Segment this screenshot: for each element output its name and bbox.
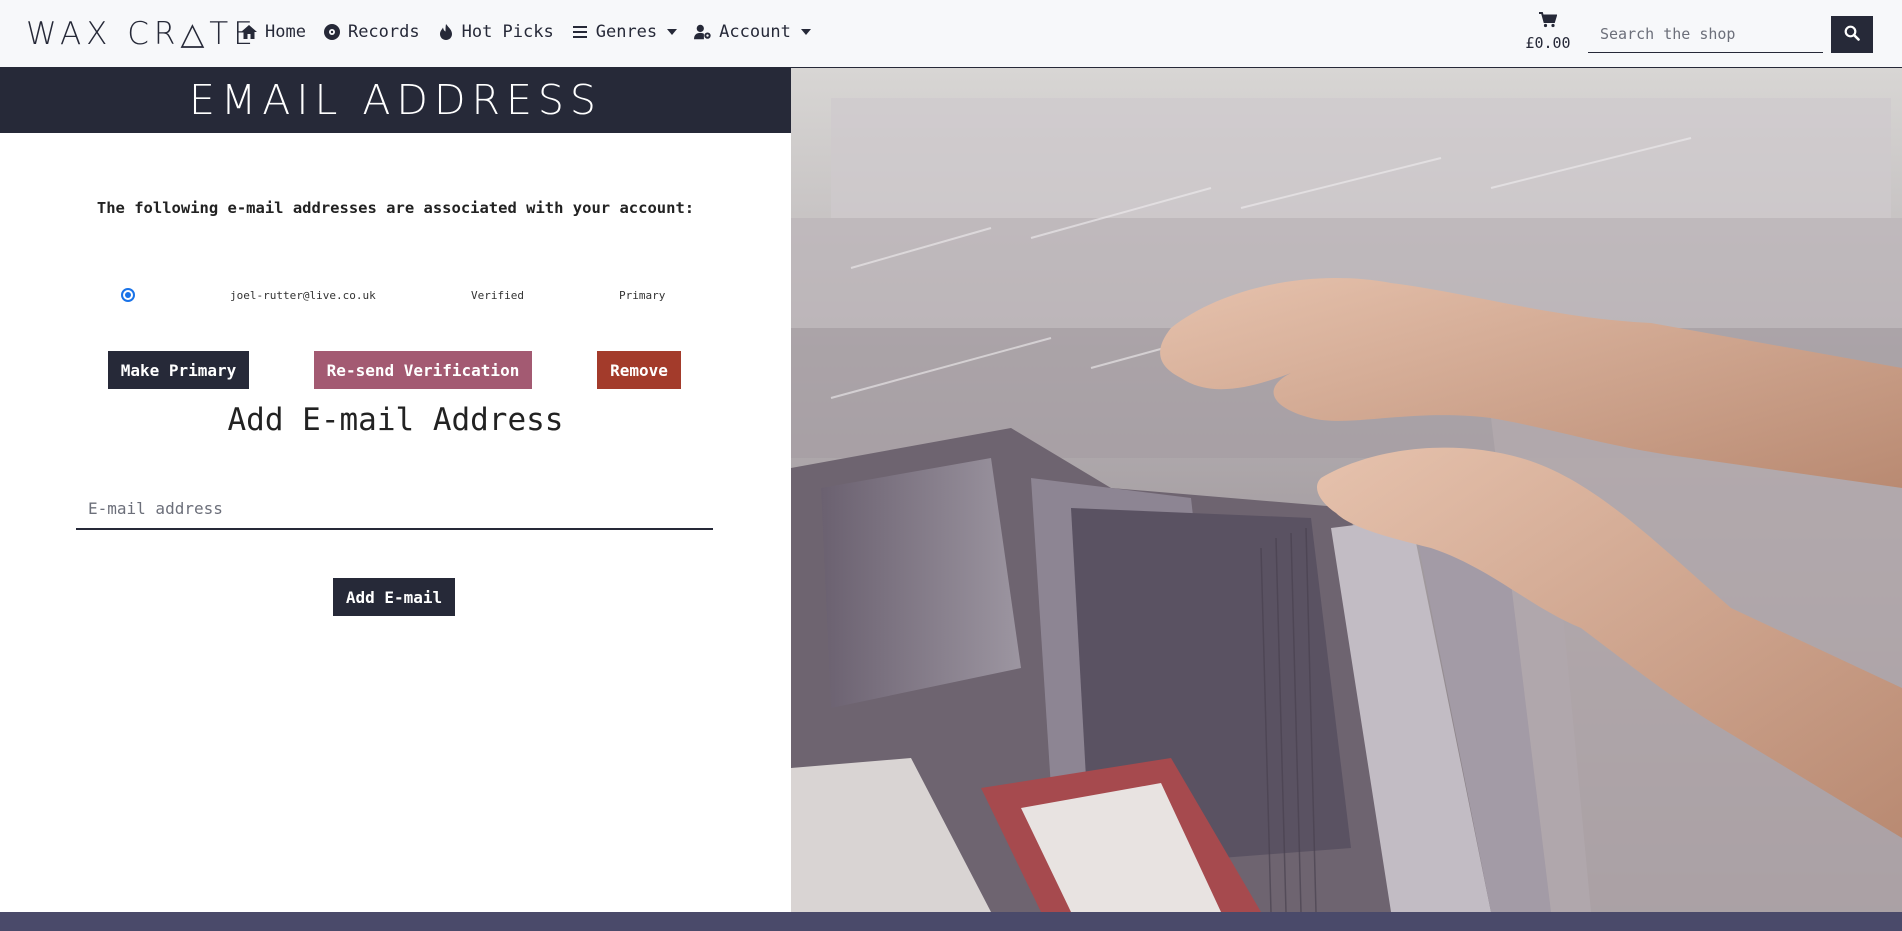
home-icon — [240, 23, 258, 41]
nav-item-label: Home — [265, 22, 306, 42]
cart-icon — [1520, 12, 1576, 32]
add-email-heading: Add E-mail Address — [227, 402, 564, 438]
cart-link[interactable]: £0.00 — [1520, 12, 1576, 52]
nav-item-label: Account — [719, 22, 791, 42]
list-icon — [571, 23, 589, 41]
email-field[interactable] — [76, 488, 713, 530]
nav-item-records[interactable]: Records — [323, 22, 420, 42]
page-title: EMAIL ADDRESS — [0, 68, 791, 133]
nav-item-hot-picks[interactable]: Hot Picks — [437, 22, 554, 42]
user-gear-icon — [694, 23, 712, 41]
record-icon — [323, 23, 341, 41]
remove-button[interactable]: Remove — [597, 351, 681, 389]
cart-total: £0.00 — [1525, 34, 1571, 52]
brand-logo[interactable]: WAX CR△TE — [26, 16, 258, 52]
chevron-down-icon — [667, 29, 678, 35]
flame-icon — [437, 23, 455, 41]
nav-item-label: Hot Picks — [461, 22, 554, 42]
search-icon — [1844, 25, 1860, 44]
search-button[interactable] — [1831, 16, 1873, 53]
email-radio[interactable] — [121, 288, 135, 302]
intro-text: The following e-mail addresses are assoc… — [96, 199, 695, 217]
resend-verification-button[interactable]: Re-send Verification — [314, 351, 532, 389]
search-input[interactable] — [1588, 16, 1823, 53]
nav-item-label: Genres — [595, 22, 658, 42]
hero-image — [791, 68, 1902, 912]
footer — [0, 912, 1902, 931]
chevron-down-icon — [800, 29, 811, 35]
nav-item-home[interactable]: Home — [240, 22, 306, 42]
email-row: joel-rutter@live.co.uk Verified Primary — [0, 286, 791, 306]
nav-item-account[interactable]: Account — [694, 22, 811, 42]
nav-item-label: Records — [347, 22, 420, 42]
make-primary-button[interactable]: Make Primary — [108, 351, 249, 389]
add-email-button[interactable]: Add E-mail — [333, 578, 455, 616]
search-form — [1588, 16, 1873, 53]
email-address: joel-rutter@live.co.uk — [230, 289, 376, 302]
primary-badge: Primary — [619, 289, 666, 302]
nav-item-genres[interactable]: Genres — [571, 22, 678, 42]
verified-badge: Verified — [471, 289, 524, 302]
nav-links: Home Records Hot Picks Genres Account — [240, 22, 828, 42]
navbar: WAX CR△TE Home Records Hot Picks Genres — [0, 0, 1902, 68]
email-panel: EMAIL ADDRESS The following e-mail addre… — [0, 68, 791, 912]
